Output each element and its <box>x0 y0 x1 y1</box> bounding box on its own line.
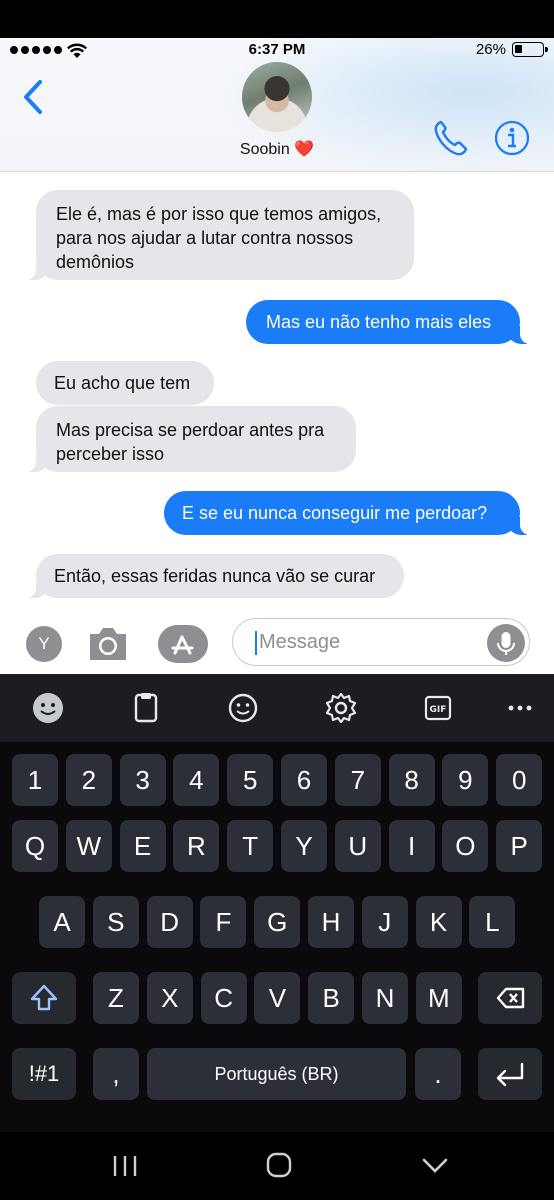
key-h[interactable]: H <box>308 896 354 948</box>
key-t[interactable]: T <box>227 820 274 872</box>
top-black-bar <box>0 0 554 38</box>
battery-percent: 26% <box>475 41 506 58</box>
key-d[interactable]: D <box>146 896 193 948</box>
message-bubble-incoming[interactable]: Então, essas feridas nunca vão se curar <box>24 554 404 598</box>
phone-icon[interactable] <box>432 118 470 158</box>
key-6[interactable]: 6 <box>281 754 327 806</box>
keyboard: GIF 1234567890 QWERTYUIOP ASDFGHJKL ZXCVBNM… <box>0 674 554 1200</box>
message-bubble-outgoing[interactable]: Mas eu não tenho mais eles <box>246 300 532 344</box>
key-p[interactable]: P <box>496 820 543 872</box>
message-line: Mas precisa se perdoar antes pra <box>56 420 325 440</box>
symbols-key[interactable]: !#1 <box>12 1048 76 1100</box>
key-s[interactable]: S <box>92 896 139 948</box>
message-line: Mas eu não tenho mais eles <box>266 312 492 332</box>
contact-name[interactable]: Soobin ❤️ <box>0 139 554 159</box>
key-n[interactable]: N <box>362 972 408 1024</box>
key-k[interactable]: K <box>415 896 462 948</box>
messages-screen: 6:37 PM 26% Soobin ❤️ Ele é, mas é por i… <box>0 38 554 674</box>
key-i[interactable]: I <box>388 820 435 872</box>
settings-gear-icon[interactable] <box>319 686 363 730</box>
key-o[interactable]: O <box>442 820 489 872</box>
message-line: Eu acho que tem <box>54 373 191 393</box>
comma-key[interactable]: , <box>93 1048 139 1100</box>
message-input[interactable]: Message <box>232 618 530 666</box>
back-chevron-icon[interactable] <box>18 76 50 118</box>
key-a[interactable]: A <box>39 896 85 948</box>
key-0[interactable]: 0 <box>496 754 543 806</box>
app-store-icon <box>171 635 194 655</box>
key-j[interactable]: J <box>361 896 408 948</box>
key-1[interactable]: 1 <box>12 754 58 806</box>
key-4[interactable]: 4 <box>173 754 220 806</box>
key-9[interactable]: 9 <box>442 754 489 806</box>
shift-arrow-icon <box>30 984 58 1011</box>
info-icon[interactable] <box>494 120 530 156</box>
emoji-face-icon[interactable] <box>26 686 70 730</box>
key-3[interactable]: 3 <box>119 754 166 806</box>
key-8[interactable]: 8 <box>388 754 435 806</box>
message-line: E se eu nunca conseguir me perdoar? <box>182 503 488 523</box>
microphone-button[interactable] <box>487 624 525 662</box>
message-line: perceber isso <box>56 444 165 464</box>
backspace-icon <box>496 987 525 1009</box>
contact-avatar[interactable] <box>242 62 312 132</box>
key-2[interactable]: 2 <box>65 754 112 806</box>
gif-label: GIF <box>430 705 447 715</box>
key-e[interactable]: E <box>119 820 166 872</box>
message-line: Então, essas feridas nunca vão se curar <box>54 566 376 586</box>
message-bubble-incoming[interactable]: Mas precisa se perdoar antes pra percebe… <box>24 406 356 472</box>
message-line: Ele é, mas é por isso que temos amigos, <box>56 204 382 224</box>
message-line: demônios <box>56 252 135 272</box>
app-store-button[interactable] <box>158 625 208 663</box>
message-bubble-outgoing[interactable]: E se eu nunca conseguir me perdoar? <box>164 491 532 535</box>
enter-key[interactable] <box>478 1048 542 1100</box>
text-caret <box>255 631 257 655</box>
status-time: 6:37 PM <box>248 41 306 58</box>
key-l[interactable]: L <box>469 896 516 948</box>
key-c[interactable]: C <box>200 972 247 1024</box>
keyboard-toolbar: GIF <box>0 674 554 742</box>
gif-icon[interactable]: GIF <box>416 686 460 730</box>
more-icon[interactable] <box>498 686 542 730</box>
message-line: para nos ajudar a lutar contra nossos <box>56 228 354 248</box>
clipboard-icon[interactable] <box>124 686 168 730</box>
key-w[interactable]: W <box>65 820 112 872</box>
key-m[interactable]: M <box>415 972 462 1024</box>
microphone-icon <box>497 632 515 655</box>
smiley-icon[interactable] <box>221 686 265 730</box>
key-5[interactable]: 5 <box>227 754 274 806</box>
period-key[interactable]: . <box>415 1048 461 1100</box>
key-f[interactable]: F <box>200 896 247 948</box>
key-z[interactable]: Z <box>93 972 139 1024</box>
key-g[interactable]: G <box>254 896 301 948</box>
key-r[interactable]: R <box>173 820 220 872</box>
home-icon[interactable] <box>264 1150 294 1180</box>
key-b[interactable]: B <box>308 972 355 1024</box>
space-key[interactable]: Português (BR) <box>147 1048 406 1100</box>
camera-icon[interactable] <box>86 624 130 664</box>
key-y[interactable]: Y <box>281 820 327 872</box>
message-bubble-incoming[interactable]: Eu acho que tem <box>36 361 214 405</box>
enter-return-icon <box>496 1062 524 1087</box>
conversation-header: 6:37 PM 26% Soobin ❤️ <box>0 38 554 172</box>
key-u[interactable]: U <box>334 820 381 872</box>
battery-icon <box>512 42 548 57</box>
key-q[interactable]: Q <box>12 820 58 872</box>
key-v[interactable]: V <box>254 972 301 1024</box>
back-down-chevron-icon[interactable] <box>420 1150 450 1180</box>
key-x[interactable]: X <box>146 972 193 1024</box>
shift-key[interactable] <box>12 972 76 1024</box>
apps-y-button[interactable]: Y <box>26 626 62 662</box>
recent-apps-icon[interactable] <box>110 1152 140 1180</box>
backspace-key[interactable] <box>478 972 542 1024</box>
message-bubble-incoming[interactable]: Ele é, mas é por isso que temos amigos, … <box>24 190 414 280</box>
key-7[interactable]: 7 <box>334 754 381 806</box>
message-placeholder: Message <box>259 631 341 653</box>
system-navigation-bar <box>0 1132 554 1200</box>
